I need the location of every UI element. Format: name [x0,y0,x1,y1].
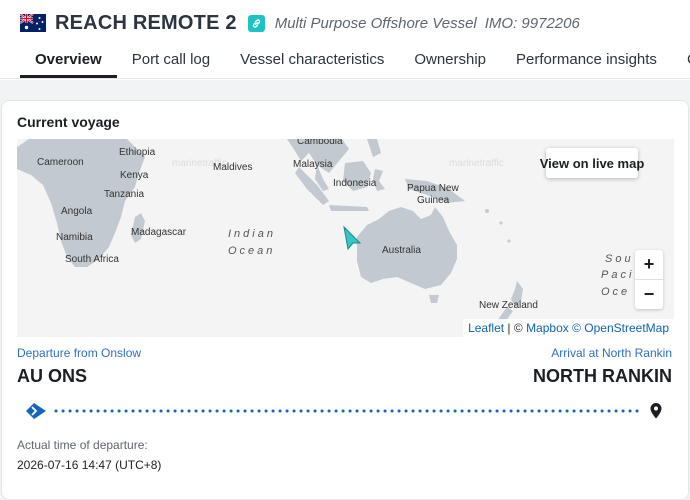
departure-marker-icon [26,403,46,419]
map-label-madagascar: Madagascar [131,227,187,238]
vessel-imo: IMO: 9972206 [484,14,580,32]
map-label-guinea: Guinea [417,195,450,206]
map-label-australia: Australia [382,245,421,256]
tab-overview[interactable]: Overview [20,45,117,78]
map-label-malaysia: Malaysia [293,159,333,170]
map-attribution: Leaflet | © Mapbox © OpenStreetMap [463,319,674,337]
vessel-header: REACH REMOTE 2 Multi Purpose Offshore Ve… [0,0,690,80]
map-label-tanzania: Tanzania [104,189,144,200]
map-label-kenya: Kenya [120,170,149,181]
tab-more[interactable]: Com [672,45,690,77]
philippines-landmass [367,139,381,157]
australia-flag-icon [20,14,46,32]
arrival-port: NORTH RANKIN [533,366,672,386]
map-label-indonesia: Indonesia [333,178,377,189]
map-label-maldives: Maldives [213,162,252,173]
tab-vessel-characteristics[interactable]: Vessel characteristics [225,45,399,77]
atd-label: Actual time of departure: [17,438,148,452]
tab-ownership[interactable]: Ownership [399,45,501,77]
tab-port-call-log[interactable]: Port call log [117,45,225,77]
attribution-separator: | © [504,321,527,335]
header-divider [0,78,690,79]
map-label-south-pacific: Sou [605,253,634,265]
atd-value: 2026-07-16 14:47 (UTC+8) [17,458,162,472]
vessel-type: Multi Purpose Offshore Vessel [274,14,477,32]
arrival-label[interactable]: Arrival at North Rankin [551,346,672,360]
openstreetmap-link[interactable]: © OpenStreetMap [572,321,669,335]
map-label-indian: Indian [228,228,276,240]
tasmania-landmass [429,295,439,303]
map-label-cambodia: Cambodia [297,139,343,147]
view-on-live-map-button[interactable]: View on live map [540,148,644,178]
card-title: Current voyage [17,114,120,130]
map-watermark: marinetraffic [449,158,504,169]
map-label-namibia: Namibia [56,232,93,243]
current-voyage-card: Current voyage marinetraffic marinetraff… [1,100,689,500]
map-label-angola: Angola [61,206,93,217]
zoom-in-button[interactable]: + [635,250,663,279]
map-label-ocean: Ocean [228,245,275,257]
leaflet-link[interactable]: Leaflet [468,321,504,335]
map-label-new-zealand: New Zealand [479,300,538,311]
zoom-out-button[interactable]: − [635,280,663,309]
arrival-pin-icon [650,403,662,419]
map-label-cameroon: Cameroon [37,157,84,168]
map-label-south-africa: South Africa [65,254,119,265]
voyage-map[interactable]: marinetraffic marinetraffic Cambodia Cam… [17,139,674,337]
mapbox-link[interactable]: Mapbox [526,321,569,335]
vessel-title-row: REACH REMOTE 2 Multi Purpose Offshore Ve… [20,10,580,36]
java-landmass [329,205,369,211]
map-label-papua: Papua New [407,183,459,194]
tab-performance-insights[interactable]: Performance insights [501,45,672,77]
vessel-name: REACH REMOTE 2 [55,11,237,34]
zoom-control: + − [635,250,663,309]
map-label-pacific: Paci [601,269,634,281]
map-label-ethiopia: Ethiopia [119,147,156,158]
map-label-pacific-ocean: Oce [601,286,630,298]
tab-bar: Overview Port call log Vessel characteri… [20,45,690,78]
voyage-progress [24,401,669,421]
departure-port: AU ONS [17,366,88,386]
link-icon[interactable] [247,14,265,32]
departure-label[interactable]: Departure from Onslow [17,346,141,360]
